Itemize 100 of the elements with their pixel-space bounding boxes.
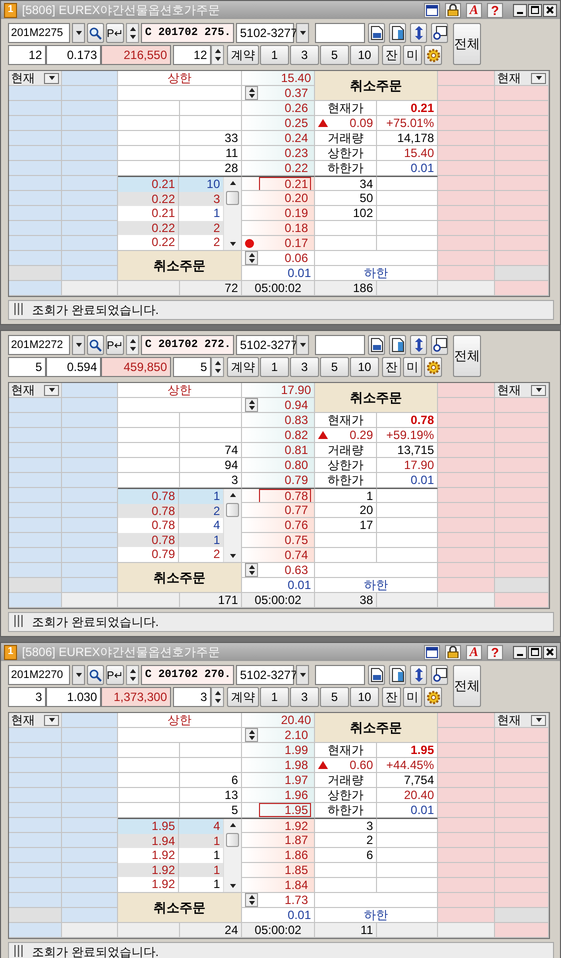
account-field[interactable]: 5102-3277	[236, 665, 294, 685]
help-button[interactable]: ?	[487, 644, 503, 660]
settings-icon[interactable]	[424, 687, 442, 707]
p-button[interactable]: P↵	[106, 335, 124, 355]
font-button[interactable]: A	[466, 2, 482, 18]
mode-button[interactable]: 잔	[382, 357, 401, 377]
document-icon[interactable]	[431, 665, 448, 685]
order-row[interactable]: 0.78 1	[118, 489, 223, 504]
settings-icon[interactable]	[424, 357, 442, 377]
dropdown-button[interactable]	[296, 23, 309, 43]
order-quantity-field[interactable]: 5	[173, 357, 211, 377]
cancel-order-button[interactable]: 취소주문	[118, 893, 242, 923]
order-quantity-field[interactable]: 12	[173, 45, 211, 65]
document-icon[interactable]	[389, 23, 406, 43]
spin-button[interactable]	[211, 687, 224, 707]
document-icon[interactable]	[389, 665, 406, 685]
spin-button[interactable]	[245, 563, 258, 577]
order-row[interactable]: 1.92 1	[118, 877, 223, 892]
dropdown-button[interactable]	[44, 72, 59, 84]
quantity-button[interactable]: 10	[350, 45, 379, 65]
order-row[interactable]: 0.22 2	[118, 220, 223, 236]
document-icon[interactable]	[431, 23, 448, 43]
code-field[interactable]: 201M2275	[8, 23, 70, 43]
all-button[interactable]: 전체	[453, 335, 481, 377]
quantity-button[interactable]: 1	[260, 687, 289, 707]
document-icon[interactable]	[368, 23, 385, 43]
password-field[interactable]	[315, 665, 365, 685]
password-field[interactable]	[315, 23, 365, 43]
mode-button[interactable]: 미	[403, 687, 422, 707]
quantity-button[interactable]: 3	[290, 45, 319, 65]
spin-button[interactable]	[245, 728, 258, 742]
cancel-order-button[interactable]: 취소주문	[118, 563, 242, 593]
dropdown-button[interactable]	[531, 714, 546, 726]
order-row[interactable]: 1.92 1	[118, 862, 223, 878]
dropdown-button[interactable]	[72, 23, 85, 43]
order-row[interactable]: 1.94 1	[118, 834, 223, 848]
order-quantity-field[interactable]: 3	[173, 687, 211, 707]
quantity-button[interactable]: 3	[290, 687, 319, 707]
account-field[interactable]: 5102-3277	[236, 335, 294, 355]
account-field[interactable]: 5102-3277	[236, 23, 294, 43]
scroll-bar[interactable]	[223, 177, 241, 250]
dropdown-button[interactable]	[296, 335, 309, 355]
quantity-button[interactable]: 3	[290, 357, 319, 377]
document-icon[interactable]	[368, 335, 385, 355]
scroll-bar[interactable]	[223, 489, 241, 562]
order-row[interactable]: 0.22 3	[118, 192, 223, 206]
dropdown-button[interactable]	[531, 384, 546, 396]
quantity-button[interactable]: 10	[350, 357, 379, 377]
mode-button[interactable]: 미	[403, 357, 422, 377]
dropdown-button[interactable]	[72, 665, 85, 685]
settings-icon[interactable]	[424, 45, 442, 65]
order-row[interactable]: 0.78 1	[118, 532, 223, 548]
help-button[interactable]: ?	[487, 2, 503, 18]
minimize-button[interactable]	[513, 4, 527, 16]
lock-icon[interactable]	[445, 644, 461, 660]
spin-button[interactable]	[126, 335, 139, 355]
all-button[interactable]: 전체	[453, 665, 481, 707]
quantity-button[interactable]: 5	[320, 45, 349, 65]
cancel-order-button[interactable]: 취소주문	[315, 383, 438, 413]
order-row[interactable]: 0.78 2	[118, 504, 223, 518]
quantity-button[interactable]: 5	[320, 687, 349, 707]
dropdown-button[interactable]	[44, 714, 59, 726]
dropdown-button[interactable]	[296, 665, 309, 685]
lock-icon[interactable]	[445, 2, 461, 18]
spin-button[interactable]	[245, 398, 258, 412]
dropdown-button[interactable]	[44, 384, 59, 396]
spin-button[interactable]	[245, 893, 258, 907]
font-button[interactable]: A	[466, 644, 482, 660]
contract-button[interactable]: 계약	[227, 687, 259, 707]
window-icon[interactable]	[424, 2, 440, 18]
dropdown-button[interactable]	[531, 72, 546, 84]
document-icon[interactable]	[368, 665, 385, 685]
p-button[interactable]: P↵	[106, 23, 124, 43]
order-row[interactable]: 0.22 2	[118, 235, 223, 250]
spin-button[interactable]	[126, 23, 139, 43]
all-button[interactable]: 전체	[453, 23, 481, 65]
spin-button[interactable]	[211, 45, 224, 65]
order-row[interactable]: 1.95 4	[118, 819, 223, 834]
quantity-button[interactable]: 5	[320, 357, 349, 377]
window-icon[interactable]	[424, 644, 440, 660]
spin-button[interactable]	[126, 665, 139, 685]
contract-button[interactable]: 계약	[227, 45, 259, 65]
password-field[interactable]	[315, 335, 365, 355]
search-button[interactable]	[87, 665, 104, 685]
maximize-button[interactable]	[528, 4, 542, 16]
quantity-button[interactable]: 10	[350, 687, 379, 707]
code-field[interactable]: 201M2270	[8, 665, 70, 685]
mode-button[interactable]: 잔	[382, 45, 401, 65]
dropdown-button[interactable]	[72, 335, 85, 355]
p-button[interactable]: P↵	[106, 665, 124, 685]
order-row[interactable]: 0.79 2	[118, 547, 223, 562]
search-button[interactable]	[87, 23, 104, 43]
mode-button[interactable]: 잔	[382, 687, 401, 707]
code-field[interactable]: 201M2272	[8, 335, 70, 355]
contract-button[interactable]: 계약	[227, 357, 259, 377]
quantity-button[interactable]: 1	[260, 357, 289, 377]
document-icon[interactable]	[389, 335, 406, 355]
spin-button[interactable]	[245, 251, 258, 265]
document-icon[interactable]	[431, 335, 448, 355]
mode-button[interactable]: 미	[403, 45, 422, 65]
